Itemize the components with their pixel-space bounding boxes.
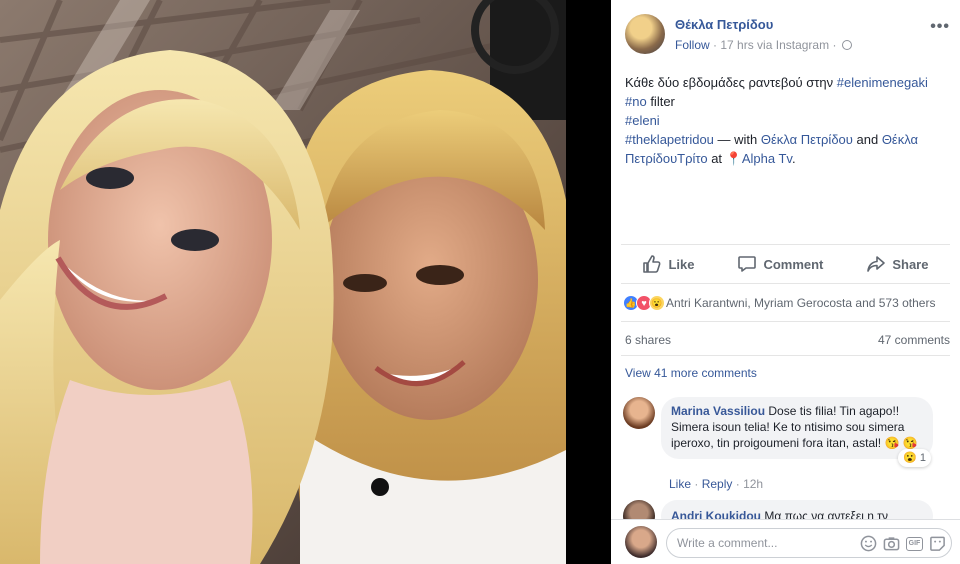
- divider: [621, 355, 950, 356]
- composer-icons: GIF: [860, 535, 946, 552]
- gif-icon[interactable]: GIF: [906, 535, 923, 552]
- post-header: Θέκλα Πετρίδου Follow · 17 hrs via Insta…: [625, 14, 950, 56]
- comment-bubble: Marina Vassiliou Dose tis filia! Tin aga…: [661, 397, 933, 467]
- camera-icon[interactable]: [883, 535, 900, 552]
- post-meta: Follow · 17 hrs via Instagram ·: [675, 38, 852, 52]
- wow-reaction-icon: 😮: [649, 295, 665, 311]
- hashtag-link[interactable]: #no: [625, 94, 647, 109]
- comment-reply-link[interactable]: Reply: [702, 477, 733, 491]
- thumbs-up-icon: [643, 255, 661, 273]
- like-button[interactable]: Like: [642, 254, 694, 274]
- separator: ·: [694, 477, 702, 491]
- post-timestamp[interactable]: 17 hrs via Instagram: [720, 38, 829, 52]
- divider: [621, 321, 950, 322]
- view-more-comments-link[interactable]: View 41 more comments: [625, 366, 757, 380]
- share-arrow-icon: [867, 256, 886, 272]
- comment-composer: GIF: [611, 519, 960, 564]
- actions-bar: Like Comment Share: [621, 244, 950, 284]
- comment-reaction-count: 1: [919, 452, 926, 464]
- post-text-and: and: [852, 132, 882, 147]
- comment-button[interactable]: Comment: [737, 254, 823, 274]
- sticker-icon[interactable]: [929, 535, 946, 552]
- reactions-text[interactable]: Antri Karantwni, Myriam Gerocosta and 57…: [666, 296, 935, 310]
- post-text-at: at: [707, 151, 726, 166]
- comment-bubble: Andri Koukidou Μα πως να αντεξει η τν: [661, 500, 933, 520]
- share-label: Share: [892, 256, 929, 272]
- post-text-filter: filter: [646, 94, 675, 109]
- shares-count[interactable]: 6 shares: [625, 333, 671, 347]
- post-text-end: .: [791, 151, 796, 166]
- wow-reaction-icon: 😮: [903, 452, 917, 464]
- separator: ·: [735, 477, 744, 491]
- author-avatar[interactable]: [625, 14, 665, 54]
- hashtag-link[interactable]: #theklapetridou: [625, 132, 714, 147]
- comment-like-link[interactable]: Like: [669, 477, 691, 491]
- follow-link[interactable]: Follow: [675, 38, 710, 52]
- post-counts: 6 shares 47 comments: [625, 333, 950, 347]
- location-link[interactable]: Alpha Tv: [742, 151, 792, 166]
- commenter-name[interactable]: Marina Vassiliou: [671, 404, 765, 418]
- emoji-icon[interactable]: [860, 535, 877, 552]
- post-text-line1: Κάθε δύο εβδομάδες ραντεβού στην: [625, 75, 837, 90]
- commenter-avatar[interactable]: [623, 500, 655, 520]
- post-text: Κάθε δύο εβδομάδες ραντεβού στην #elenim…: [625, 73, 950, 168]
- comment-time[interactable]: 12h: [743, 477, 763, 491]
- post-text-with: — with: [713, 132, 761, 147]
- comment-reaction-badge[interactable]: 😮 1: [898, 449, 931, 467]
- like-label: Like: [668, 256, 695, 272]
- globe-icon[interactable]: [841, 40, 852, 50]
- hashtag-link[interactable]: #elenimenegaki: [837, 75, 928, 90]
- current-user-avatar: [625, 526, 657, 558]
- location-pin-icon: 📍: [725, 151, 742, 166]
- reactions-summary[interactable]: 👍 ♥ 😮 Antri Karantwni, Myriam Gerocosta …: [623, 294, 950, 312]
- hashtag-link[interactable]: #eleni: [625, 113, 660, 128]
- post-side-panel: Θέκλα Πετρίδου Follow · 17 hrs via Insta…: [611, 0, 960, 564]
- comment-label: Comment: [763, 256, 824, 272]
- tagged-user-link[interactable]: Θέκλα Πετρίδου: [761, 132, 853, 147]
- meta-separator-2: ·: [832, 38, 840, 52]
- post-photo[interactable]: [0, 0, 566, 564]
- share-button[interactable]: Share: [866, 254, 928, 274]
- reaction-icons: 👍 ♥ 😮: [623, 295, 665, 311]
- author-name[interactable]: Θέκλα Πετρίδου: [675, 17, 773, 32]
- comment-item: Andri Koukidou Μα πως να αντεξει η τν: [623, 500, 943, 520]
- more-options-icon[interactable]: •••: [930, 18, 950, 36]
- comment-footer: Like · Reply · 12h: [669, 477, 763, 491]
- comment-icon: [738, 256, 757, 272]
- selfie-image: [0, 0, 566, 564]
- commenter-avatar[interactable]: [623, 397, 655, 429]
- comments-count[interactable]: 47 comments: [878, 333, 950, 347]
